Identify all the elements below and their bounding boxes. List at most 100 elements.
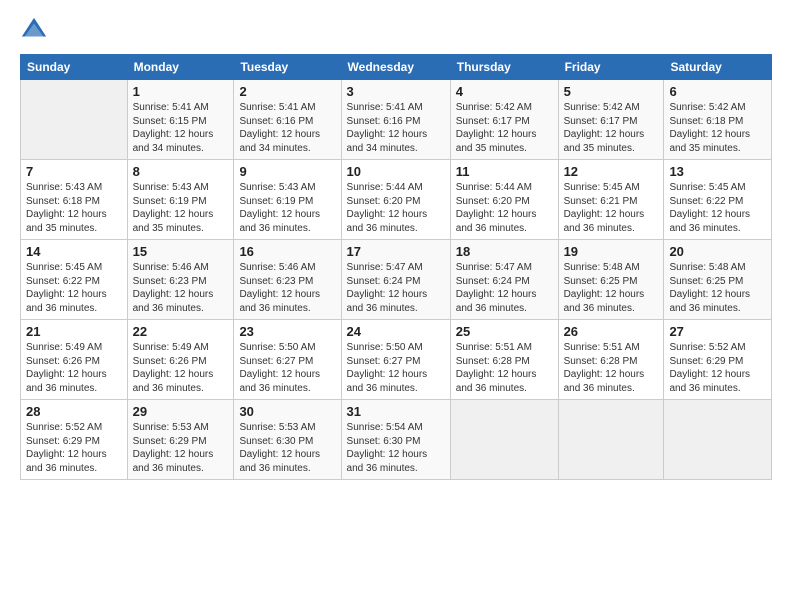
- day-number: 26: [564, 324, 659, 339]
- day-cell: 24Sunrise: 5:50 AMSunset: 6:27 PMDayligh…: [341, 320, 450, 400]
- day-info: Sunrise: 5:47 AMSunset: 6:24 PMDaylight:…: [347, 261, 445, 315]
- calendar-body: 1 Sunrise: 5:41 AMSunset: 6:15 PMDaylight…: [21, 80, 772, 480]
- day-number: 24: [347, 324, 445, 339]
- header-row: SundayMondayTuesdayWednesdayThursdayFrid…: [21, 55, 772, 80]
- day-number: 5: [564, 84, 659, 99]
- day-number: 12: [564, 164, 659, 179]
- day-number: 1: [133, 84, 229, 99]
- day-number: 17: [347, 244, 445, 259]
- day-cell: 15 Sunrise: 5:46 AMSunset: 6:23 PMDayligh…: [127, 240, 234, 320]
- day-info: Sunrise: 5:42 AMSunset: 6:17 PMDaylight:…: [564, 101, 659, 155]
- day-number: 21: [26, 324, 122, 339]
- day-number: 7: [26, 164, 122, 179]
- header-cell-tuesday: Tuesday: [234, 55, 341, 80]
- day-cell: 2Sunrise: 5:41 AMSunset: 6:16 PMDaylight…: [234, 80, 341, 160]
- day-cell: 26 Sunrise: 5:51 AMSunset: 6:28 PMDayligh…: [558, 320, 664, 400]
- day-info: Sunrise: 5:52 AMSunset: 6:29 PMDaylight:…: [669, 341, 766, 395]
- day-info: Sunrise: 5:50 AMSunset: 6:27 PMDaylight:…: [239, 341, 335, 395]
- day-cell: 19 Sunrise: 5:48 AMSunset: 6:25 PMDayligh…: [558, 240, 664, 320]
- day-cell: [450, 400, 558, 480]
- day-number: 29: [133, 404, 229, 419]
- day-info: Sunrise: 5:44 AMSunset: 6:20 PMDaylight:…: [347, 181, 445, 235]
- day-info: Sunrise: 5:41 AMSunset: 6:15 PMDaylight:…: [133, 101, 229, 155]
- day-number: 19: [564, 244, 659, 259]
- day-cell: [664, 400, 772, 480]
- day-cell: 30 Sunrise: 5:53 AMSunset: 6:30 PMDayligh…: [234, 400, 341, 480]
- day-info: Sunrise: 5:47 AMSunset: 6:24 PMDaylight:…: [456, 261, 553, 315]
- day-info: Sunrise: 5:45 AMSunset: 6:22 PMDaylight:…: [26, 261, 122, 315]
- day-cell: 17 Sunrise: 5:47 AMSunset: 6:24 PMDayligh…: [341, 240, 450, 320]
- header-cell-sunday: Sunday: [21, 55, 128, 80]
- day-cell: 4 Sunrise: 5:42 AMSunset: 6:17 PMDaylight…: [450, 80, 558, 160]
- day-number: 13: [669, 164, 766, 179]
- day-number: 20: [669, 244, 766, 259]
- logo-icon: [20, 16, 48, 44]
- day-number: 10: [347, 164, 445, 179]
- day-cell: 10 Sunrise: 5:44 AMSunset: 6:20 PMDayligh…: [341, 160, 450, 240]
- day-info: Sunrise: 5:54 AMSunset: 6:30 PMDaylight:…: [347, 421, 445, 475]
- day-cell: 28 Sunrise: 5:52 AMSunset: 6:29 PMDayligh…: [21, 400, 128, 480]
- day-number: 31: [347, 404, 445, 419]
- day-cell: 13 Sunrise: 5:45 AMSunset: 6:22 PMDayligh…: [664, 160, 772, 240]
- day-cell: 9Sunrise: 5:43 AMSunset: 6:19 PMDaylight…: [234, 160, 341, 240]
- week-row-2: 7 Sunrise: 5:43 AMSunset: 6:18 PMDaylight…: [21, 160, 772, 240]
- day-number: 15: [133, 244, 229, 259]
- day-info: Sunrise: 5:49 AMSunset: 6:26 PMDaylight:…: [133, 341, 229, 395]
- day-cell: 14 Sunrise: 5:45 AMSunset: 6:22 PMDayligh…: [21, 240, 128, 320]
- week-row-1: 1 Sunrise: 5:41 AMSunset: 6:15 PMDaylight…: [21, 80, 772, 160]
- day-number: 16: [239, 244, 335, 259]
- day-cell: 8 Sunrise: 5:43 AMSunset: 6:19 PMDaylight…: [127, 160, 234, 240]
- day-info: Sunrise: 5:42 AMSunset: 6:17 PMDaylight:…: [456, 101, 553, 155]
- day-info: Sunrise: 5:45 AMSunset: 6:21 PMDaylight:…: [564, 181, 659, 235]
- day-info: Sunrise: 5:53 AMSunset: 6:29 PMDaylight:…: [133, 421, 229, 475]
- week-row-3: 14 Sunrise: 5:45 AMSunset: 6:22 PMDayligh…: [21, 240, 772, 320]
- page: SundayMondayTuesdayWednesdayThursdayFrid…: [0, 0, 792, 612]
- day-cell: 11Sunrise: 5:44 AMSunset: 6:20 PMDayligh…: [450, 160, 558, 240]
- day-info: Sunrise: 5:51 AMSunset: 6:28 PMDaylight:…: [564, 341, 659, 395]
- day-number: 4: [456, 84, 553, 99]
- day-cell: [21, 80, 128, 160]
- day-number: 18: [456, 244, 553, 259]
- day-info: Sunrise: 5:53 AMSunset: 6:30 PMDaylight:…: [239, 421, 335, 475]
- day-info: Sunrise: 5:41 AMSunset: 6:16 PMDaylight:…: [239, 101, 335, 155]
- day-cell: 18 Sunrise: 5:47 AMSunset: 6:24 PMDayligh…: [450, 240, 558, 320]
- header-cell-wednesday: Wednesday: [341, 55, 450, 80]
- day-number: 11: [456, 164, 553, 179]
- day-cell: 5 Sunrise: 5:42 AMSunset: 6:17 PMDaylight…: [558, 80, 664, 160]
- day-cell: 29 Sunrise: 5:53 AMSunset: 6:29 PMDayligh…: [127, 400, 234, 480]
- day-number: 23: [239, 324, 335, 339]
- header: [20, 16, 772, 44]
- day-info: Sunrise: 5:45 AMSunset: 6:22 PMDaylight:…: [669, 181, 766, 235]
- day-info: Sunrise: 5:41 AMSunset: 6:16 PMDaylight:…: [347, 101, 445, 155]
- day-cell: 23 Sunrise: 5:50 AMSunset: 6:27 PMDayligh…: [234, 320, 341, 400]
- day-cell: 1 Sunrise: 5:41 AMSunset: 6:15 PMDaylight…: [127, 80, 234, 160]
- day-cell: 16 Sunrise: 5:46 AMSunset: 6:23 PMDayligh…: [234, 240, 341, 320]
- calendar-header: SundayMondayTuesdayWednesdayThursdayFrid…: [21, 55, 772, 80]
- day-number: 22: [133, 324, 229, 339]
- day-cell: 27 Sunrise: 5:52 AMSunset: 6:29 PMDayligh…: [664, 320, 772, 400]
- logo: [20, 16, 52, 44]
- day-info: Sunrise: 5:48 AMSunset: 6:25 PMDaylight:…: [669, 261, 766, 315]
- day-number: 28: [26, 404, 122, 419]
- header-cell-thursday: Thursday: [450, 55, 558, 80]
- day-info: Sunrise: 5:46 AMSunset: 6:23 PMDaylight:…: [133, 261, 229, 315]
- day-number: 30: [239, 404, 335, 419]
- day-info: Sunrise: 5:43 AMSunset: 6:18 PMDaylight:…: [26, 181, 122, 235]
- day-cell: 25Sunrise: 5:51 AMSunset: 6:28 PMDayligh…: [450, 320, 558, 400]
- day-cell: [558, 400, 664, 480]
- day-info: Sunrise: 5:46 AMSunset: 6:23 PMDaylight:…: [239, 261, 335, 315]
- day-info: Sunrise: 5:51 AMSunset: 6:28 PMDaylight:…: [456, 341, 553, 395]
- day-number: 8: [133, 164, 229, 179]
- day-number: 6: [669, 84, 766, 99]
- day-info: Sunrise: 5:48 AMSunset: 6:25 PMDaylight:…: [564, 261, 659, 315]
- day-info: Sunrise: 5:43 AMSunset: 6:19 PMDaylight:…: [239, 181, 335, 235]
- day-info: Sunrise: 5:49 AMSunset: 6:26 PMDaylight:…: [26, 341, 122, 395]
- day-cell: 31 Sunrise: 5:54 AMSunset: 6:30 PMDayligh…: [341, 400, 450, 480]
- day-info: Sunrise: 5:52 AMSunset: 6:29 PMDaylight:…: [26, 421, 122, 475]
- day-info: Sunrise: 5:43 AMSunset: 6:19 PMDaylight:…: [133, 181, 229, 235]
- day-number: 27: [669, 324, 766, 339]
- day-number: 14: [26, 244, 122, 259]
- calendar-table: SundayMondayTuesdayWednesdayThursdayFrid…: [20, 54, 772, 480]
- day-cell: 22 Sunrise: 5:49 AMSunset: 6:26 PMDayligh…: [127, 320, 234, 400]
- day-cell: 12 Sunrise: 5:45 AMSunset: 6:21 PMDayligh…: [558, 160, 664, 240]
